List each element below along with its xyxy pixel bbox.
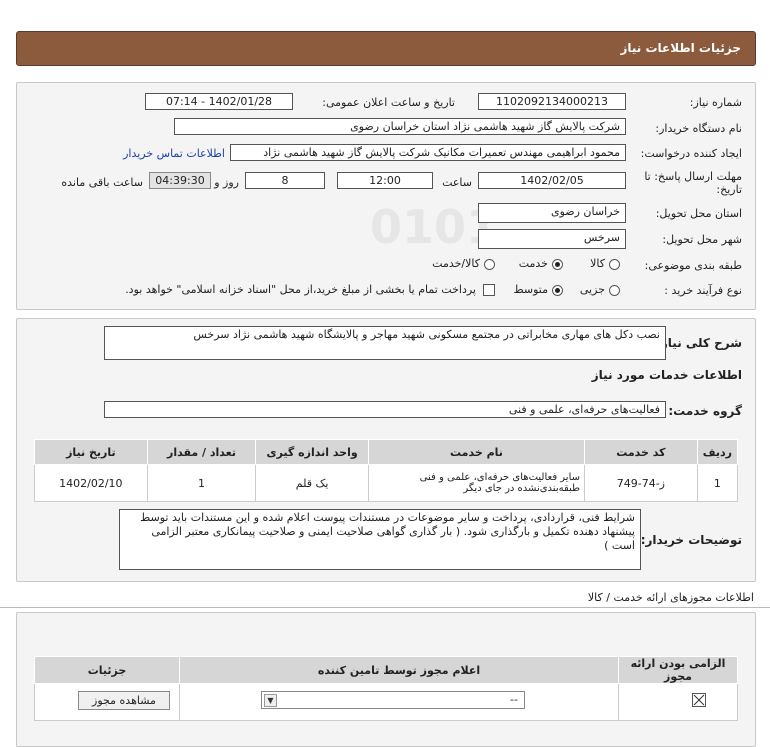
province-label: استان محل تحویل: bbox=[655, 207, 742, 220]
summary-field: نصب دکل های مهاری مخابراتی در مجتمع مسکو… bbox=[104, 326, 666, 360]
announce-datetime-field: 1402/01/28 - 07:14 bbox=[145, 93, 293, 110]
deadline-date-field: 1402/02/05 bbox=[478, 172, 626, 189]
buyer-notes-field: شرایط فنی، قراردادی، پرداخت و سایر موضوع… bbox=[119, 509, 641, 570]
creator-field: محمود ابراهیمی مهندس تعمیرات مکانیک شرکت… bbox=[230, 144, 626, 161]
buyer-label: نام دستگاه خریدار: bbox=[655, 122, 742, 135]
city-label: شهر محل تحویل: bbox=[662, 233, 742, 246]
cell-date: 1402/02/10 bbox=[34, 464, 148, 502]
services-section-title: اطلاعات خدمات مورد نیاز bbox=[591, 368, 742, 382]
permits-table-header: الزامی بودن ارائه مجوز اعلام مجوز توسط ت… bbox=[34, 656, 738, 684]
process-medium-label: متوسط bbox=[513, 283, 548, 296]
deadline-date-label: تاریخ: bbox=[716, 183, 742, 196]
permits-table: الزامی بودن ارائه مجوز اعلام مجوز توسط ت… bbox=[34, 656, 738, 721]
need-info-panel bbox=[16, 82, 756, 310]
city-field: سرخس bbox=[478, 229, 626, 249]
creator-label: ایجاد کننده درخواست: bbox=[640, 147, 742, 160]
category-label: طبقه بندی موضوعی: bbox=[644, 259, 742, 272]
cell-row: 1 bbox=[696, 464, 739, 502]
category-service-label: خدمت bbox=[518, 257, 548, 270]
chevron-down-icon[interactable]: ▼ bbox=[264, 694, 277, 707]
need-number-label: شماره نیاز: bbox=[689, 96, 742, 109]
table-row: 1 ز-74-749 سایر فعالیت‌های حرفه‌ای، علمی… bbox=[34, 464, 739, 502]
col-unit: واحد اندازه گیری bbox=[255, 439, 369, 465]
deadline-time-field: 12:00 bbox=[337, 172, 433, 189]
remaining-time-field: 04:39:30 bbox=[149, 172, 211, 189]
permit-select-value: -- bbox=[510, 693, 518, 706]
cell-qty: 1 bbox=[146, 464, 257, 502]
services-table: ردیف کد خدمت نام خدمت واحد اندازه گیری ت… bbox=[34, 439, 739, 502]
col-supplier-permit: اعلام مجوز توسط تامین کننده bbox=[179, 656, 619, 684]
cell-unit: یک قلم bbox=[255, 464, 369, 502]
col-code: کد خدمت bbox=[584, 439, 698, 465]
permit-required-checkbox bbox=[692, 693, 706, 707]
permit-select[interactable]: -- ▼ bbox=[261, 691, 525, 709]
category-goods-radio[interactable] bbox=[609, 259, 620, 270]
service-group-field: فعالیت‌های حرفه‌ای، علمی و فنی bbox=[104, 401, 666, 418]
province-field: خراسان رضوی bbox=[478, 203, 626, 223]
col-details: جزئیات bbox=[34, 656, 180, 684]
col-date: تاریخ نیاز bbox=[34, 439, 148, 465]
category-both-label: کالا/خدمت bbox=[432, 257, 480, 270]
deadline-time-label: ساعت bbox=[442, 176, 472, 189]
col-required: الزامی بودن ارائه مجوز bbox=[618, 656, 738, 684]
process-small-radio[interactable] bbox=[609, 285, 620, 296]
announce-label: تاریخ و ساعت اعلان عمومی: bbox=[322, 96, 455, 109]
cell-name: سایر فعالیت‌های حرفه‌ای، علمی و فنی طبقه… bbox=[367, 464, 586, 502]
process-label: نوع فرآیند خرید : bbox=[664, 284, 742, 297]
summary-label: شرح کلی نیاز: bbox=[656, 336, 742, 350]
col-qty: تعداد / مقدار bbox=[146, 439, 257, 465]
cross-icon bbox=[693, 694, 705, 706]
buyer-field: شرکت پالایش گاز شهید هاشمی نژاد استان خر… bbox=[174, 118, 626, 135]
need-number-field: 1102092134000213 bbox=[478, 93, 626, 110]
category-goods-label: کالا bbox=[590, 257, 605, 270]
permits-section-title: اطلاعات مجوزهای ارائه خدمت / کالا bbox=[587, 591, 754, 604]
col-name: نام خدمت bbox=[367, 439, 586, 465]
treasury-payment-checkbox[interactable] bbox=[483, 284, 495, 296]
remaining-time-label: ساعت باقی مانده bbox=[61, 176, 143, 189]
category-service-radio[interactable] bbox=[552, 259, 563, 270]
process-small-label: جزیی bbox=[579, 283, 605, 296]
section-divider bbox=[0, 607, 770, 608]
col-row: ردیف bbox=[696, 439, 739, 465]
category-both-radio[interactable] bbox=[484, 259, 495, 270]
deadline-label: مهلت ارسال پاسخ: تا bbox=[644, 170, 742, 183]
cell-code: ز-74-749 bbox=[584, 464, 698, 502]
view-permit-button[interactable]: مشاهده مجوز bbox=[78, 691, 170, 710]
services-table-header: ردیف کد خدمت نام خدمت واحد اندازه گیری ت… bbox=[34, 439, 739, 465]
buyer-notes-label: توضیحات خریدار: bbox=[640, 533, 742, 547]
buyer-contact-link[interactable]: اطلاعات تماس خریدار bbox=[123, 147, 225, 160]
service-group-label: گروه خدمت: bbox=[668, 404, 742, 418]
page-header: جزئیات اطلاعات نیاز bbox=[16, 31, 756, 66]
treasury-payment-note: پرداخت تمام یا بخشی از مبلغ خرید،از محل … bbox=[125, 283, 476, 296]
cell-required bbox=[618, 683, 738, 721]
page-title: جزئیات اطلاعات نیاز bbox=[620, 41, 741, 55]
days-label: روز و bbox=[214, 176, 239, 189]
remaining-days-field: 8 bbox=[245, 172, 325, 189]
process-medium-radio[interactable] bbox=[552, 285, 563, 296]
